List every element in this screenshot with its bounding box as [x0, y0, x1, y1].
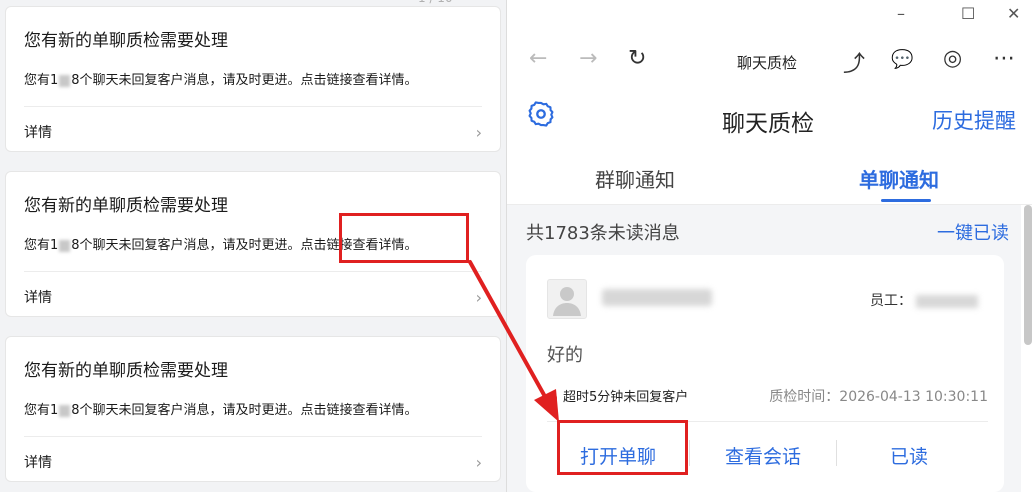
- forward-arrow-icon[interactable]: →: [579, 46, 597, 71]
- notification-card[interactable]: 您有新的单聊质检需要处理 您有1 8个聊天未回复客户消息，请及时更进。点击链接查看…: [5, 336, 501, 482]
- chat-bubble-icon[interactable]: 💬: [891, 49, 913, 70]
- browser-icon[interactable]: ◎: [943, 46, 962, 71]
- chat-inspection-window: – ☐ ✕ ← → ↻ 聊天质检 ⤴ 💬 ◎ ⋯ 聊天质检 历史提醒 群聊通知 …: [506, 0, 1032, 492]
- employee-name-redacted: [916, 294, 978, 308]
- active-tab-indicator: [881, 199, 931, 202]
- card-title: 您有新的单聊质检需要处理: [24, 361, 228, 381]
- card-body: 您有1 8个聊天未回复客户消息，请及时更进。点击链接查看详情。: [24, 403, 418, 418]
- red-dot-icon: [547, 392, 557, 403]
- redacted-digits: [59, 239, 71, 252]
- more-icon[interactable]: ⋯: [993, 46, 1015, 71]
- share-icon[interactable]: ⤴: [843, 46, 865, 78]
- tab-group-notification[interactable]: 群聊通知: [595, 164, 675, 193]
- tab-single-notification[interactable]: 单聊通知: [859, 164, 939, 193]
- tab-bar: 群聊通知 单聊通知: [507, 158, 1032, 205]
- page-header: 聊天质检 历史提醒: [507, 100, 1032, 140]
- back-arrow-icon[interactable]: ←: [529, 46, 547, 71]
- view-conversation-button[interactable]: 查看会话: [725, 442, 801, 469]
- history-reminder-link[interactable]: 历史提醒: [932, 105, 1016, 135]
- chevron-right-icon[interactable]: ›: [476, 453, 482, 472]
- maximize-button[interactable]: ☐: [961, 4, 975, 23]
- detail-link[interactable]: 详情: [24, 122, 52, 142]
- mark-all-read-button[interactable]: 一键已读: [937, 219, 1009, 245]
- redacted-digits: [59, 74, 71, 87]
- highlight-box-open-chat: [557, 420, 688, 475]
- card-title: 您有新的单聊质检需要处理: [24, 31, 228, 51]
- nav-title: 聊天质检: [737, 54, 798, 72]
- highlight-box-link: [339, 213, 469, 263]
- chevron-right-icon[interactable]: ›: [476, 288, 482, 307]
- employee-info: 员工：: [870, 290, 978, 310]
- chevron-right-icon[interactable]: ›: [476, 123, 482, 142]
- card-title: 您有新的单聊质检需要处理: [24, 196, 228, 216]
- page-title: 聊天质检: [722, 111, 814, 137]
- card-divider: [24, 271, 482, 272]
- card-divider: [24, 436, 482, 437]
- message-text: 好的: [547, 345, 583, 366]
- user-icon: [553, 287, 581, 316]
- nav-toolbar: ← → ↻ 聊天质检 ⤴ 💬 ◎ ⋯: [507, 46, 1032, 78]
- unread-count: 共1783条未读消息: [526, 223, 680, 244]
- timeout-status: 超时5分钟未回复客户: [547, 386, 688, 405]
- mark-read-button[interactable]: 已读: [890, 442, 928, 469]
- avatar: [547, 279, 587, 319]
- card-body: 您有1 8个聊天未回复客户消息，请及时更进。点击链接查看详情。: [24, 73, 418, 88]
- gear-icon[interactable]: [527, 100, 555, 128]
- card-divider: [24, 106, 482, 107]
- detail-link[interactable]: 详情: [24, 452, 52, 472]
- redacted-digits: [59, 404, 71, 417]
- inspection-time: 质检时间：2026-04-13 10:30:11: [769, 389, 988, 405]
- close-button[interactable]: ✕: [1007, 4, 1020, 23]
- minimize-button[interactable]: –: [897, 4, 905, 23]
- action-separator: [689, 440, 690, 466]
- sender-name-redacted: [602, 289, 712, 306]
- scrollbar[interactable]: [1024, 205, 1032, 345]
- refresh-icon[interactable]: ↻: [628, 46, 646, 71]
- detail-link[interactable]: 详情: [24, 287, 52, 307]
- notification-card[interactable]: 您有新的单聊质检需要处理 您有1 8个聊天未回复客户消息，请及时更进。点击链接查看…: [5, 6, 501, 152]
- action-separator: [836, 440, 837, 466]
